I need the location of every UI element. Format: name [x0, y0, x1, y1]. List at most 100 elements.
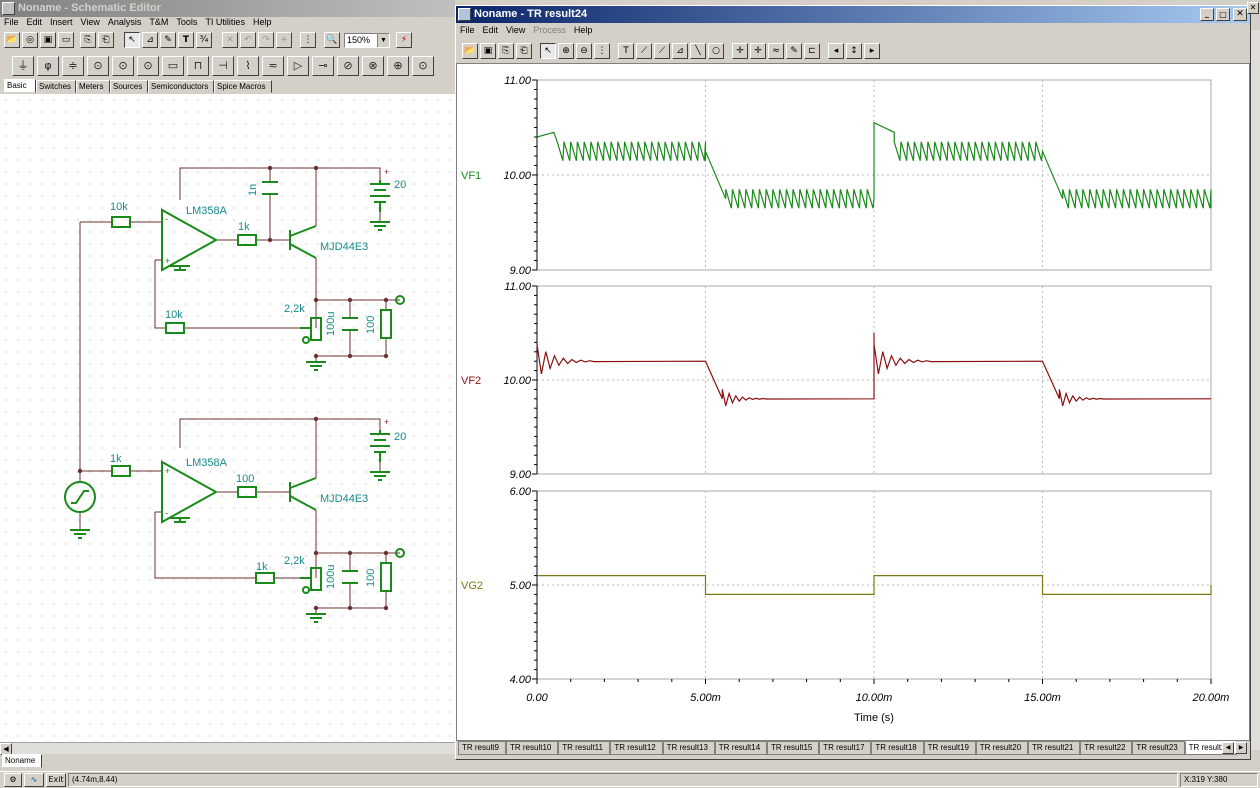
- cap-bank-icon[interactable]: ≑: [62, 56, 84, 76]
- tabs-left-icon[interactable]: ◀: [1222, 742, 1234, 754]
- tab-tr-result21[interactable]: TR result21: [1028, 741, 1081, 755]
- junction-icon[interactable]: φ: [37, 56, 59, 76]
- tab-spice-macros[interactable]: Spice Macros: [214, 80, 272, 93]
- pen-icon[interactable]: ✎: [160, 32, 176, 48]
- exit-button[interactable]: Exit: [46, 773, 66, 787]
- wire-icon[interactable]: ⊿: [142, 32, 158, 48]
- maximize-icon[interactable]: □: [1216, 8, 1230, 21]
- curve-icon[interactable]: ⟋: [654, 43, 670, 59]
- voltmeter-icon[interactable]: ⊙: [87, 56, 109, 76]
- close-icon[interactable]: ✕: [1233, 8, 1247, 21]
- tab-sources[interactable]: Sources: [110, 80, 148, 93]
- search-icon[interactable]: ◎: [22, 32, 38, 48]
- grid-icon[interactable]: ⋮: [594, 43, 610, 59]
- zoom-select[interactable]: 150% ▼: [344, 33, 390, 48]
- delete-icon[interactable]: ✕: [222, 32, 238, 48]
- pointer-icon[interactable]: ↖: [124, 32, 140, 48]
- wattmeter-icon[interactable]: ⊙: [137, 56, 159, 76]
- undo-icon[interactable]: ↶: [240, 32, 256, 48]
- menu-view[interactable]: View: [77, 15, 104, 29]
- arrow-right-icon[interactable]: ▸: [864, 43, 880, 59]
- waveform-icon[interactable]: ∿: [24, 773, 44, 787]
- cursor-a-icon[interactable]: ✛: [732, 43, 748, 59]
- label-icon[interactable]: ¾: [196, 32, 212, 48]
- menu-edit[interactable]: Edit: [23, 15, 47, 29]
- menu-view[interactable]: View: [502, 23, 529, 37]
- ramp-icon[interactable]: ⊿: [672, 43, 688, 59]
- copy-icon[interactable]: ⎘: [80, 32, 96, 48]
- resistor-icon[interactable]: ▭: [162, 56, 184, 76]
- lamp-icon[interactable]: ⊗: [362, 56, 384, 76]
- measure-icon[interactable]: ≈: [768, 43, 784, 59]
- line-icon[interactable]: ╲: [690, 43, 706, 59]
- zoom-out-icon[interactable]: ⊖: [576, 43, 592, 59]
- tab-tr-result12[interactable]: TR result12: [610, 741, 663, 755]
- open-icon[interactable]: 📂: [4, 32, 20, 48]
- result-titlebar[interactable]: Noname - TR result24 _ □ ✕: [456, 6, 1250, 23]
- tab-tr-result18[interactable]: TR result18: [871, 741, 924, 755]
- menu-file[interactable]: File: [456, 23, 479, 37]
- vertical-scrollbar[interactable]: [1251, 30, 1260, 750]
- battery-icon[interactable]: ⊓: [187, 56, 209, 76]
- chevron-down-icon[interactable]: ▼: [377, 34, 389, 47]
- zoom-icon[interactable]: 🔍: [324, 32, 340, 48]
- tab-semiconductors[interactable]: Semiconductors: [148, 80, 214, 93]
- switch-icon[interactable]: ⊸: [312, 56, 334, 76]
- plot-area[interactable]: 9.00 10.00 11.00 VF1 9.00 10.00 11.00 VF2 4.00 5.…: [456, 63, 1250, 741]
- menu-tools[interactable]: Tools: [172, 15, 201, 29]
- redo-icon[interactable]: ↷: [258, 32, 274, 48]
- capacitor-icon[interactable]: ⊣: [212, 56, 234, 76]
- copy-icon[interactable]: ⎘: [498, 43, 514, 59]
- tab-tr-result13[interactable]: TR result13: [662, 741, 715, 755]
- tab-tr-result23[interactable]: TR result23: [1132, 741, 1185, 755]
- menu-edit[interactable]: Edit: [479, 23, 503, 37]
- schematic-canvas[interactable]: 10k LM358A 1k 1n MJD44E3 20 + 10k 2,2k 1…: [0, 94, 455, 742]
- menu-help[interactable]: Help: [249, 15, 276, 29]
- menu-help[interactable]: Help: [570, 23, 597, 37]
- tab-tr-result11[interactable]: TR result11: [558, 741, 611, 755]
- arrow-left-icon[interactable]: ◂: [828, 43, 844, 59]
- save-icon[interactable]: ▣: [480, 43, 496, 59]
- menu-insert[interactable]: Insert: [46, 15, 77, 29]
- pointer-icon[interactable]: ↖: [540, 43, 556, 59]
- paste-icon[interactable]: ⎗: [516, 43, 532, 59]
- paste-icon[interactable]: ⎗: [98, 32, 114, 48]
- menu-t-m[interactable]: T&M: [145, 15, 172, 29]
- minimize-icon[interactable]: _: [1200, 8, 1214, 21]
- circle-icon[interactable]: ○: [708, 43, 724, 59]
- tab-switches[interactable]: Switches: [36, 80, 76, 93]
- tab-basic[interactable]: Basic: [4, 79, 36, 93]
- ammeter-icon[interactable]: ⊙: [112, 56, 134, 76]
- tab-tr-result22[interactable]: TR result22: [1080, 741, 1133, 755]
- tabs-right-icon[interactable]: ▶: [1235, 742, 1247, 754]
- transformer-icon[interactable]: ≂: [262, 56, 284, 76]
- text-icon[interactable]: T: [618, 43, 634, 59]
- tab-tr-result15[interactable]: TR result15: [767, 741, 820, 755]
- ground-icon[interactable]: ⏚: [12, 56, 34, 76]
- probe-icon[interactable]: ✎: [786, 43, 802, 59]
- add-icon[interactable]: +: [276, 32, 292, 48]
- menu-analysis[interactable]: Analysis: [104, 15, 146, 29]
- tab-tr-result9[interactable]: TR result9: [458, 741, 506, 755]
- marker-icon[interactable]: ⟋: [636, 43, 652, 59]
- tab-noname[interactable]: Noname: [2, 754, 42, 768]
- zoom-in-icon[interactable]: ⊕: [558, 43, 574, 59]
- tab-tr-result10[interactable]: TR result10: [506, 741, 559, 755]
- tab-tr-result20[interactable]: TR result20: [975, 741, 1028, 755]
- inductor-icon[interactable]: ⌇: [237, 56, 259, 76]
- schematic-hscrollbar[interactable]: ◀: [0, 742, 455, 755]
- grid-icon[interactable]: ⋮: [300, 32, 316, 48]
- tab-meters[interactable]: Meters: [76, 80, 110, 93]
- meter-icon[interactable]: ⊙: [412, 56, 434, 76]
- folder-icon[interactable]: ▭: [58, 32, 74, 48]
- tab-tr-result19[interactable]: TR result19: [923, 741, 976, 755]
- source-icon[interactable]: ⊘: [337, 56, 359, 76]
- close-icon[interactable]: ✕: [1247, 2, 1259, 14]
- tab-tr-result14[interactable]: TR result14: [714, 741, 767, 755]
- menu-process[interactable]: Process: [529, 23, 570, 37]
- flag-icon[interactable]: ⊏: [804, 43, 820, 59]
- tab-tr-result17[interactable]: TR result17: [819, 741, 872, 755]
- open-icon[interactable]: 📂: [462, 43, 478, 59]
- menu-ti-utilities[interactable]: TI Utilities: [201, 15, 249, 29]
- arrow-updown-icon[interactable]: ↕: [846, 43, 862, 59]
